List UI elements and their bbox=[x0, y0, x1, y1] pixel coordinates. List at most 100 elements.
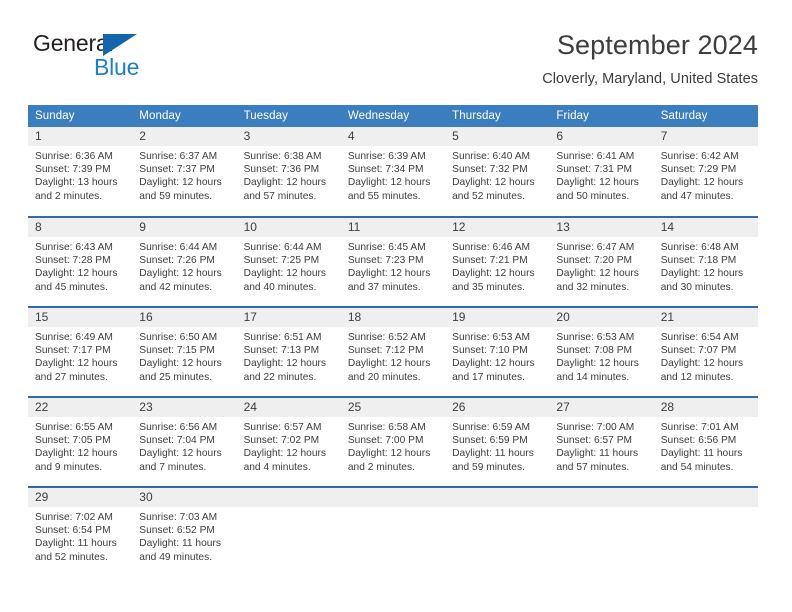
day-cell[interactable]: 13 Sunrise: 6:47 AM Sunset: 7:20 PM Dayl… bbox=[549, 216, 654, 307]
day-cell[interactable]: 23 Sunrise: 6:56 AM Sunset: 7:04 PM Dayl… bbox=[132, 396, 237, 487]
day-details: Sunrise: 6:58 AM Sunset: 7:00 PM Dayligh… bbox=[341, 417, 445, 474]
daylight-line-2: and 52 minutes. bbox=[452, 190, 525, 202]
day-details: Sunrise: 7:00 AM Sunset: 6:57 PM Dayligh… bbox=[549, 417, 653, 474]
day-cell[interactable]: 17 Sunrise: 6:51 AM Sunset: 7:13 PM Dayl… bbox=[236, 306, 341, 397]
daylight-line-2: and 45 minutes. bbox=[35, 281, 108, 293]
day-cell[interactable]: 7 Sunrise: 6:42 AM Sunset: 7:29 PM Dayli… bbox=[653, 127, 758, 217]
day-number: 19 bbox=[445, 308, 550, 327]
general-blue-logo[interactable]: General Blue bbox=[33, 30, 173, 86]
sunrise-line: Sunrise: 6:36 AM bbox=[35, 151, 113, 162]
page-subtitle: Cloverly, Maryland, United States bbox=[542, 71, 758, 87]
sunrise-line: Sunrise: 6:56 AM bbox=[139, 422, 218, 433]
sunrise-line: Sunrise: 6:53 AM bbox=[452, 332, 531, 343]
day-details: Sunrise: 6:45 AM Sunset: 7:23 PM Dayligh… bbox=[341, 237, 445, 294]
day-cell[interactable]: 18 Sunrise: 6:52 AM Sunset: 7:12 PM Dayl… bbox=[340, 306, 446, 397]
day-cell[interactable]: 1 Sunrise: 6:36 AM Sunset: 7:39 PM Dayli… bbox=[28, 127, 133, 217]
daylight-line-1: Daylight: 12 hours bbox=[660, 177, 744, 189]
day-number: 22 bbox=[28, 398, 133, 417]
sunset-line: Sunset: 6:54 PM bbox=[35, 525, 111, 537]
day-cell[interactable]: 22 Sunrise: 6:55 AM Sunset: 7:05 PM Dayl… bbox=[28, 396, 133, 487]
day-cell[interactable]: 28 Sunrise: 7:01 AM Sunset: 6:56 PM Dayl… bbox=[653, 396, 758, 487]
day-cell[interactable]: 12 Sunrise: 6:46 AM Sunset: 7:21 PM Dayl… bbox=[445, 216, 550, 307]
day-details: Sunrise: 6:37 AM Sunset: 7:37 PM Dayligh… bbox=[132, 146, 236, 203]
calendar-page: General Blue September 2024 Cloverly, Ma… bbox=[0, 0, 792, 612]
daylight-line-1: Daylight: 12 hours bbox=[35, 268, 118, 280]
day-details: Sunrise: 6:36 AM Sunset: 7:39 PM Dayligh… bbox=[28, 146, 132, 203]
day-number: 17 bbox=[236, 308, 341, 327]
sunset-line: Sunset: 7:34 PM bbox=[347, 164, 424, 176]
daylight-line-2: and 54 minutes. bbox=[660, 461, 734, 473]
day-cell[interactable]: 8 Sunrise: 6:43 AM Sunset: 7:28 PM Dayli… bbox=[28, 216, 133, 307]
day-cell[interactable]: 25 Sunrise: 6:58 AM Sunset: 7:00 PM Dayl… bbox=[340, 396, 446, 487]
day-number: 28 bbox=[653, 398, 758, 417]
day-cell[interactable]: 3 Sunrise: 6:38 AM Sunset: 7:36 PM Dayli… bbox=[236, 127, 341, 217]
sunset-line: Sunset: 7:13 PM bbox=[243, 345, 320, 357]
sunrise-line: Sunrise: 7:03 AM bbox=[139, 512, 218, 523]
day-cell[interactable]: 26 Sunrise: 6:59 AM Sunset: 6:59 PM Dayl… bbox=[445, 396, 550, 487]
daylight-line-2: and 27 minutes. bbox=[35, 371, 108, 383]
day-cell[interactable]: 24 Sunrise: 6:57 AM Sunset: 7:02 PM Dayl… bbox=[236, 396, 341, 487]
daylight-line-1: Daylight: 12 hours bbox=[243, 268, 327, 280]
day-cell[interactable]: 21 Sunrise: 6:54 AM Sunset: 7:07 PM Dayl… bbox=[653, 306, 758, 397]
sunset-line: Sunset: 7:07 PM bbox=[660, 345, 737, 357]
day-number: 9 bbox=[132, 218, 237, 237]
day-cell-empty bbox=[445, 486, 550, 577]
sunset-line: Sunset: 7:02 PM bbox=[243, 435, 320, 447]
sunset-line: Sunset: 7:04 PM bbox=[139, 435, 215, 447]
day-number: 1 bbox=[28, 127, 133, 146]
day-details: Sunrise: 6:56 AM Sunset: 7:04 PM Dayligh… bbox=[132, 417, 236, 474]
daylight-line-1: Daylight: 12 hours bbox=[660, 358, 744, 370]
day-details: Sunrise: 6:44 AM Sunset: 7:26 PM Dayligh… bbox=[132, 237, 236, 294]
day-cell[interactable]: 19 Sunrise: 6:53 AM Sunset: 7:10 PM Dayl… bbox=[445, 306, 550, 397]
sunset-line: Sunset: 7:23 PM bbox=[347, 255, 424, 267]
daylight-line-2: and 30 minutes. bbox=[660, 281, 734, 293]
daylight-line-1: Daylight: 12 hours bbox=[660, 268, 744, 280]
sunset-line: Sunset: 7:20 PM bbox=[556, 255, 633, 267]
daylight-line-2: and 50 minutes. bbox=[556, 190, 630, 202]
day-cell-empty bbox=[236, 486, 341, 577]
daylight-line-1: Daylight: 12 hours bbox=[556, 268, 639, 280]
sunset-line: Sunset: 7:32 PM bbox=[452, 164, 528, 176]
day-details: Sunrise: 6:53 AM Sunset: 7:10 PM Dayligh… bbox=[445, 327, 549, 384]
daylight-line-1: Daylight: 12 hours bbox=[347, 177, 431, 189]
daylight-line-1: Daylight: 12 hours bbox=[139, 448, 222, 460]
day-number: 4 bbox=[340, 127, 446, 146]
day-number: 6 bbox=[549, 127, 654, 146]
sunrise-line: Sunrise: 6:58 AM bbox=[347, 422, 426, 433]
daylight-line-2: and 2 minutes. bbox=[35, 190, 103, 202]
day-cell[interactable]: 29 Sunrise: 7:02 AM Sunset: 6:54 PM Dayl… bbox=[28, 486, 133, 577]
day-number: 3 bbox=[236, 127, 341, 146]
day-cell[interactable]: 15 Sunrise: 6:49 AM Sunset: 7:17 PM Dayl… bbox=[28, 306, 133, 397]
day-cell[interactable]: 27 Sunrise: 7:00 AM Sunset: 6:57 PM Dayl… bbox=[549, 396, 654, 487]
day-cell[interactable]: 10 Sunrise: 6:44 AM Sunset: 7:25 PM Dayl… bbox=[236, 216, 341, 307]
day-number: 25 bbox=[340, 398, 446, 417]
sunset-line: Sunset: 7:36 PM bbox=[243, 164, 320, 176]
day-cell[interactable]: 2 Sunrise: 6:37 AM Sunset: 7:37 PM Dayli… bbox=[132, 127, 237, 217]
day-cell[interactable]: 20 Sunrise: 6:53 AM Sunset: 7:08 PM Dayl… bbox=[549, 306, 654, 397]
day-details: Sunrise: 6:52 AM Sunset: 7:12 PM Dayligh… bbox=[341, 327, 445, 384]
day-cell[interactable]: 11 Sunrise: 6:45 AM Sunset: 7:23 PM Dayl… bbox=[340, 216, 446, 307]
sunset-line: Sunset: 7:10 PM bbox=[452, 345, 528, 357]
day-cell[interactable]: 5 Sunrise: 6:40 AM Sunset: 7:32 PM Dayli… bbox=[445, 127, 550, 217]
calendar-week-row: 22 Sunrise: 6:55 AM Sunset: 7:05 PM Dayl… bbox=[28, 396, 758, 487]
day-cell-empty bbox=[340, 486, 446, 577]
day-cell[interactable]: 9 Sunrise: 6:44 AM Sunset: 7:26 PM Dayli… bbox=[132, 216, 237, 307]
daylight-line-2: and 17 minutes. bbox=[452, 371, 525, 383]
daylight-line-2: and 32 minutes. bbox=[556, 281, 630, 293]
day-cell[interactable]: 4 Sunrise: 6:39 AM Sunset: 7:34 PM Dayli… bbox=[340, 127, 446, 217]
day-details: Sunrise: 6:42 AM Sunset: 7:29 PM Dayligh… bbox=[654, 146, 758, 203]
sunset-line: Sunset: 7:00 PM bbox=[347, 435, 424, 447]
daylight-line-1: Daylight: 12 hours bbox=[347, 268, 431, 280]
calendar-week-row: 1 Sunrise: 6:36 AM Sunset: 7:39 PM Dayli… bbox=[28, 127, 758, 217]
day-cell[interactable]: 6 Sunrise: 6:41 AM Sunset: 7:31 PM Dayli… bbox=[549, 127, 654, 217]
day-number: 18 bbox=[340, 308, 446, 327]
daylight-line-2: and 40 minutes. bbox=[243, 281, 317, 293]
day-number: 26 bbox=[445, 398, 550, 417]
day-cell[interactable]: 16 Sunrise: 6:50 AM Sunset: 7:15 PM Dayl… bbox=[132, 306, 237, 397]
daylight-line-1: Daylight: 12 hours bbox=[35, 448, 118, 460]
logo-text-blue: Blue bbox=[94, 54, 140, 80]
calendar-week-row: 29 Sunrise: 7:02 AM Sunset: 6:54 PM Dayl… bbox=[28, 486, 758, 577]
day-cell[interactable]: 30 Sunrise: 7:03 AM Sunset: 6:52 PM Dayl… bbox=[132, 486, 237, 577]
sunrise-line: Sunrise: 6:39 AM bbox=[347, 151, 426, 162]
day-cell[interactable]: 14 Sunrise: 6:48 AM Sunset: 7:18 PM Dayl… bbox=[653, 216, 758, 307]
